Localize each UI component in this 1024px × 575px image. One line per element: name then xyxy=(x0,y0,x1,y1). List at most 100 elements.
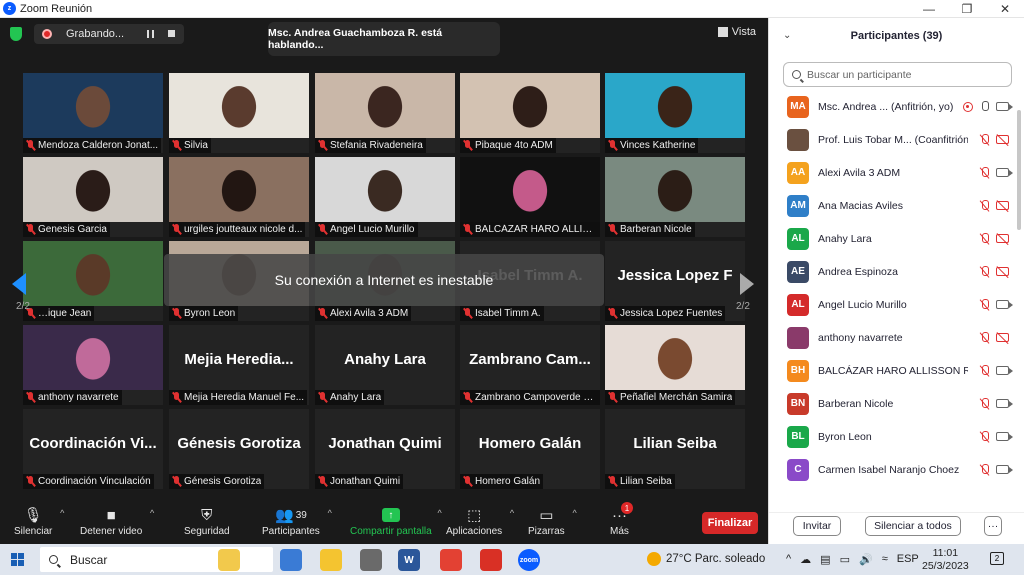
video-tile[interactable]: anthony navarrete xyxy=(23,325,163,405)
participant-row[interactable]: Prof. Luis Tobar M... (Coanfitrión) xyxy=(769,123,1019,156)
tile-participant-name: Homero Galán xyxy=(475,476,541,487)
microphone-muted-icon[interactable] xyxy=(979,265,990,278)
minimize-button[interactable]: — xyxy=(910,0,948,18)
microphone-muted-icon[interactable] xyxy=(979,298,990,311)
participant-row[interactable]: AE Andrea Espinoza xyxy=(769,255,1019,288)
wifi-icon[interactable]: ≈ xyxy=(882,553,888,566)
tile-name-bar: anthony navarrete xyxy=(23,390,122,405)
microphone-muted-icon[interactable] xyxy=(979,364,990,377)
tile-participant-name: Jonathan Quimi xyxy=(330,476,401,487)
participant-row[interactable]: AL Angel Lucio Murillo xyxy=(769,288,1019,321)
mute-button[interactable]: 🎙 Silenciar ^ xyxy=(14,504,64,537)
video-tile[interactable]: Angel Lucio Murillo xyxy=(315,157,455,237)
windows-start-icon[interactable] xyxy=(11,553,24,566)
participants-scrollbar[interactable] xyxy=(1017,110,1021,230)
video-tile[interactable]: Vinces Katherine xyxy=(605,73,745,153)
participant-row[interactable]: AM Ana Macias Aviles xyxy=(769,189,1019,222)
video-options-caret-icon[interactable]: ^ xyxy=(150,508,154,518)
video-tile[interactable]: Anahy Lara Anahy Lara xyxy=(315,325,455,405)
share-options-caret-icon[interactable]: ^ xyxy=(437,508,441,518)
microphone-muted-icon[interactable] xyxy=(979,331,990,344)
weather-widget[interactable]: 27°C Parc. soleado xyxy=(647,552,765,566)
taskbar-app-icon[interactable]: W xyxy=(398,549,420,571)
video-tile[interactable]: Mendoza Calderon Jonat... xyxy=(23,73,163,153)
video-tile[interactable]: Pibaque 4to ADM xyxy=(460,73,600,153)
video-tile[interactable]: urgiles joutteaux nicole d... xyxy=(169,157,309,237)
notification-center-icon[interactable]: 2 xyxy=(990,552,1004,565)
participant-row[interactable]: BH BALCÁZAR HARO ALLISSON R... xyxy=(769,354,1019,387)
language-indicator[interactable]: ESP xyxy=(897,553,919,566)
more-button[interactable]: ··· 1 Más xyxy=(610,502,633,537)
taskbar-clock[interactable]: 11:01 25/3/2023 xyxy=(922,547,969,573)
stop-video-button[interactable]: ■ Detener video ^ xyxy=(80,504,154,538)
microphone-on-icon[interactable] xyxy=(979,100,990,113)
stop-recording-icon[interactable] xyxy=(168,30,175,37)
video-tile[interactable]: Silvia xyxy=(169,73,309,153)
video-tile[interactable]: Zambrano Cam... Zambrano Campoverde S... xyxy=(460,325,600,405)
tile-name-bar: Angel Lucio Murillo xyxy=(315,222,418,237)
participant-row[interactable]: C Carmen Isabel Naranjo Choez xyxy=(769,453,1019,486)
video-tile[interactable]: Génesis Gorotiza Génesis Gorotiza xyxy=(169,409,309,489)
tile-name-bar: Vinces Katherine xyxy=(605,138,699,153)
participants-button[interactable]: 👥 39 Participantes ^ xyxy=(262,504,332,537)
taskbar-app-icon[interactable] xyxy=(320,549,342,571)
video-tile[interactable]: …ique Jean xyxy=(23,241,163,321)
video-tile[interactable]: Lilian Seiba Lilian Seiba xyxy=(605,409,745,489)
microphone-muted-icon[interactable] xyxy=(979,463,990,476)
tray-expand-icon[interactable]: ^ xyxy=(786,553,791,566)
participant-row[interactable]: BL Byron Leon xyxy=(769,420,1019,453)
video-tile[interactable]: Coordinación Vi... Coordinación Vinculaci… xyxy=(23,409,163,489)
share-screen-button[interactable]: ↑ Compartir pantalla ^ xyxy=(350,504,442,537)
participant-row[interactable]: AL Anahy Lara xyxy=(769,222,1019,255)
taskbar-app-icon[interactable] xyxy=(280,549,302,571)
mute-all-button[interactable]: Silenciar a todos xyxy=(865,516,961,536)
apps-button[interactable]: ⬚ Aplicaciones ^ xyxy=(446,504,514,537)
pause-recording-icon[interactable] xyxy=(147,30,154,38)
invite-button[interactable]: Invitar xyxy=(793,516,841,536)
mute-options-caret-icon[interactable]: ^ xyxy=(60,508,64,518)
video-tile[interactable]: Barberan Nicole xyxy=(605,157,745,237)
taskbar-app-icon[interactable] xyxy=(440,549,462,571)
participant-search-input[interactable] xyxy=(807,68,997,81)
video-tile[interactable]: Homero Galán Homero Galán xyxy=(460,409,600,489)
participants-options-caret-icon[interactable]: ^ xyxy=(328,508,332,518)
view-button[interactable]: Vista xyxy=(717,26,756,38)
taskbar-app-icon[interactable]: zoom xyxy=(518,549,540,571)
network-icon[interactable]: ▤ xyxy=(820,553,830,566)
onedrive-cloud-icon[interactable]: ☁ xyxy=(800,553,811,566)
video-tile[interactable]: Jonathan Quimi Jonathan Quimi xyxy=(315,409,455,489)
close-button[interactable]: ✕ xyxy=(986,0,1024,18)
tile-participant-name: Vinces Katherine xyxy=(620,140,696,151)
security-button[interactable]: ⛨ Seguridad xyxy=(184,504,230,538)
microphone-muted-icon[interactable] xyxy=(979,430,990,443)
next-page-arrow-icon[interactable] xyxy=(740,273,754,295)
microphone-muted-icon[interactable] xyxy=(979,133,990,146)
taskbar-app-icon[interactable] xyxy=(480,549,502,571)
video-tile[interactable]: BALCÁZAR HARO ALLISS... xyxy=(460,157,600,237)
whiteboards-button[interactable]: ▭ Pizarras ^ xyxy=(528,504,577,537)
video-tile[interactable]: Jessica Lopez F Jessica Lopez Fuentes xyxy=(605,241,745,321)
video-tile[interactable]: Genesis Garcia xyxy=(23,157,163,237)
video-tile[interactable]: Stefania Rivadeneira xyxy=(315,73,455,153)
battery-icon[interactable]: ▭ xyxy=(840,553,850,566)
end-meeting-button[interactable]: Finalizar xyxy=(702,512,758,534)
panel-more-button[interactable]: ··· xyxy=(984,516,1002,536)
microphone-muted-icon[interactable] xyxy=(979,199,990,212)
participant-row[interactable]: MA Msc. Andrea ... (Anfitrión, yo) xyxy=(769,90,1019,123)
video-tile[interactable]: Peñafiel Merchán Samira xyxy=(605,325,745,405)
security-shield-icon[interactable] xyxy=(10,27,22,41)
previous-page-arrow-icon[interactable] xyxy=(12,273,26,295)
microphone-muted-icon[interactable] xyxy=(979,166,990,179)
participant-row[interactable]: anthony navarrete xyxy=(769,321,1019,354)
apps-options-caret-icon[interactable]: ^ xyxy=(510,508,514,518)
participant-row[interactable]: BN Barberan Nicole xyxy=(769,387,1019,420)
participant-row[interactable]: AA Alexi Avila 3 ADM xyxy=(769,156,1019,189)
microphone-muted-icon[interactable] xyxy=(979,232,990,245)
maximize-button[interactable]: ❐ xyxy=(948,0,986,18)
microphone-muted-icon[interactable] xyxy=(979,397,990,410)
whiteboards-options-caret-icon[interactable]: ^ xyxy=(572,508,576,518)
video-tile[interactable]: Mejia Heredia... Mejia Heredia Manuel Fe.… xyxy=(169,325,309,405)
volume-icon[interactable]: 🔊 xyxy=(859,553,873,566)
taskbar-app-icon[interactable] xyxy=(360,549,382,571)
taskbar-app-icon[interactable] xyxy=(218,549,240,571)
